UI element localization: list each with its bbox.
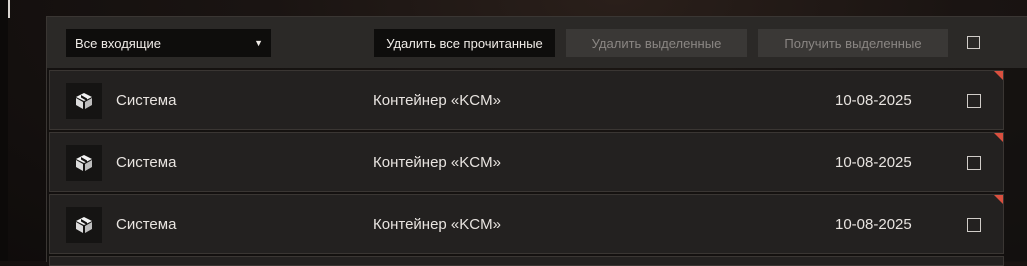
message-checkbox[interactable]	[967, 94, 981, 108]
message-checkbox[interactable]	[967, 156, 981, 170]
message-date: 10-08-2025	[835, 216, 912, 233]
message-sender: Система	[116, 154, 177, 171]
message-sender: Система	[116, 216, 177, 233]
unread-marker	[994, 133, 1003, 142]
mailbox-toolbar: Все входящие ▼ Удалить все прочитанные У…	[47, 17, 1027, 68]
message-row-partial	[49, 256, 1004, 266]
unread-marker	[994, 195, 1003, 204]
message-subject: Контейнер «KCM»	[373, 154, 501, 171]
mailbox-panel: Все входящие ▼ Удалить все прочитанные У…	[46, 16, 1027, 266]
get-selected-button[interactable]: Получить выделенные	[758, 29, 948, 57]
message-row[interactable]: Система Контейнер «KCM» 10-08-2025	[49, 70, 1004, 130]
crate-icon	[66, 145, 102, 181]
filter-dropdown[interactable]: Все входящие ▼	[66, 29, 271, 57]
get-selected-label: Получить выделенные	[784, 35, 922, 51]
delete-all-read-label: Удалить все прочитанные	[386, 35, 543, 51]
message-checkbox[interactable]	[967, 218, 981, 232]
unread-marker	[994, 71, 1003, 80]
crate-icon	[66, 83, 102, 119]
delete-all-read-button[interactable]: Удалить все прочитанные	[374, 29, 555, 57]
message-subject: Контейнер «KCM»	[373, 216, 501, 233]
message-sender: Система	[116, 92, 177, 109]
delete-selected-label: Удалить выделенные	[591, 35, 722, 51]
left-edge-marker	[8, 0, 10, 18]
delete-selected-button[interactable]: Удалить выделенные	[566, 29, 747, 57]
crate-icon	[66, 207, 102, 243]
left-rail	[0, 0, 8, 261]
message-date: 10-08-2025	[835, 92, 912, 109]
filter-selected-value: Все входящие	[75, 35, 162, 51]
message-subject: Контейнер «KCM»	[373, 92, 501, 109]
message-row[interactable]: Система Контейнер «KCM» 10-08-2025	[49, 194, 1004, 254]
caret-down-icon: ▼	[254, 38, 263, 48]
message-row[interactable]: Система Контейнер «KCM» 10-08-2025	[49, 132, 1004, 192]
message-date: 10-08-2025	[835, 154, 912, 171]
select-all-checkbox[interactable]	[967, 36, 980, 49]
